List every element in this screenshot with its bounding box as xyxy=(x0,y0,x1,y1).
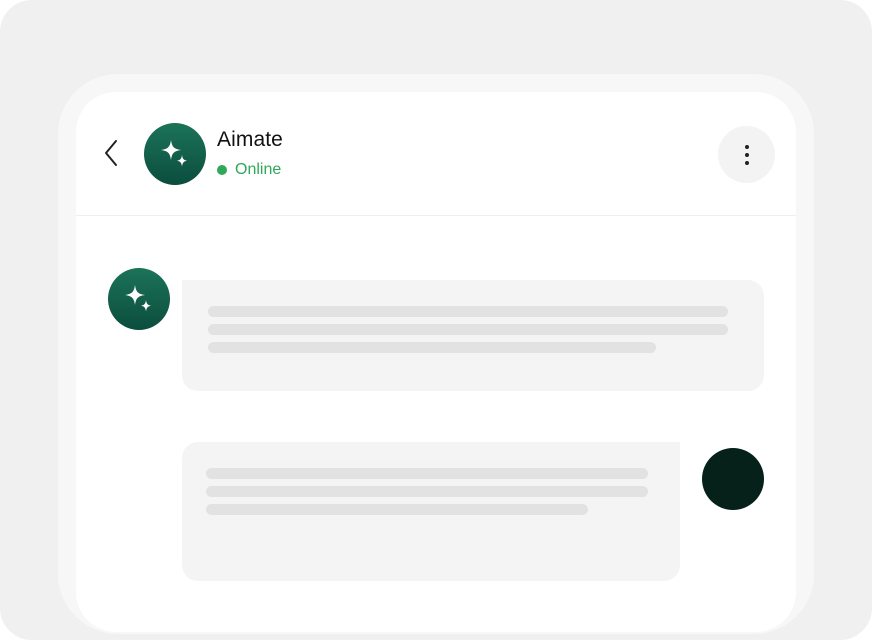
chat-screen: Aimate Online xyxy=(76,92,796,632)
status-indicator: Online xyxy=(217,161,281,179)
chat-title: Aimate xyxy=(217,128,283,151)
user-avatar xyxy=(702,448,764,510)
chevron-left-icon xyxy=(105,140,117,166)
placeholder-line xyxy=(206,504,588,515)
assistant-message-bubble xyxy=(182,280,764,391)
placeholder-line xyxy=(206,468,648,479)
back-button[interactable] xyxy=(98,138,124,168)
assistant-message-avatar xyxy=(108,268,170,330)
placeholder-line xyxy=(206,486,648,497)
placeholder-line xyxy=(208,324,728,335)
sparkle-icon xyxy=(161,140,187,167)
sparkle-icon xyxy=(125,285,151,312)
placeholder-line xyxy=(208,342,656,353)
more-options-button[interactable] xyxy=(718,126,775,183)
more-vertical-icon xyxy=(744,144,749,165)
online-dot-icon xyxy=(217,165,227,175)
assistant-avatar xyxy=(144,123,206,185)
chat-header: Aimate Online xyxy=(76,92,796,216)
status-label: Online xyxy=(235,161,282,178)
user-message-bubble xyxy=(182,442,680,581)
placeholder-line xyxy=(208,306,728,317)
